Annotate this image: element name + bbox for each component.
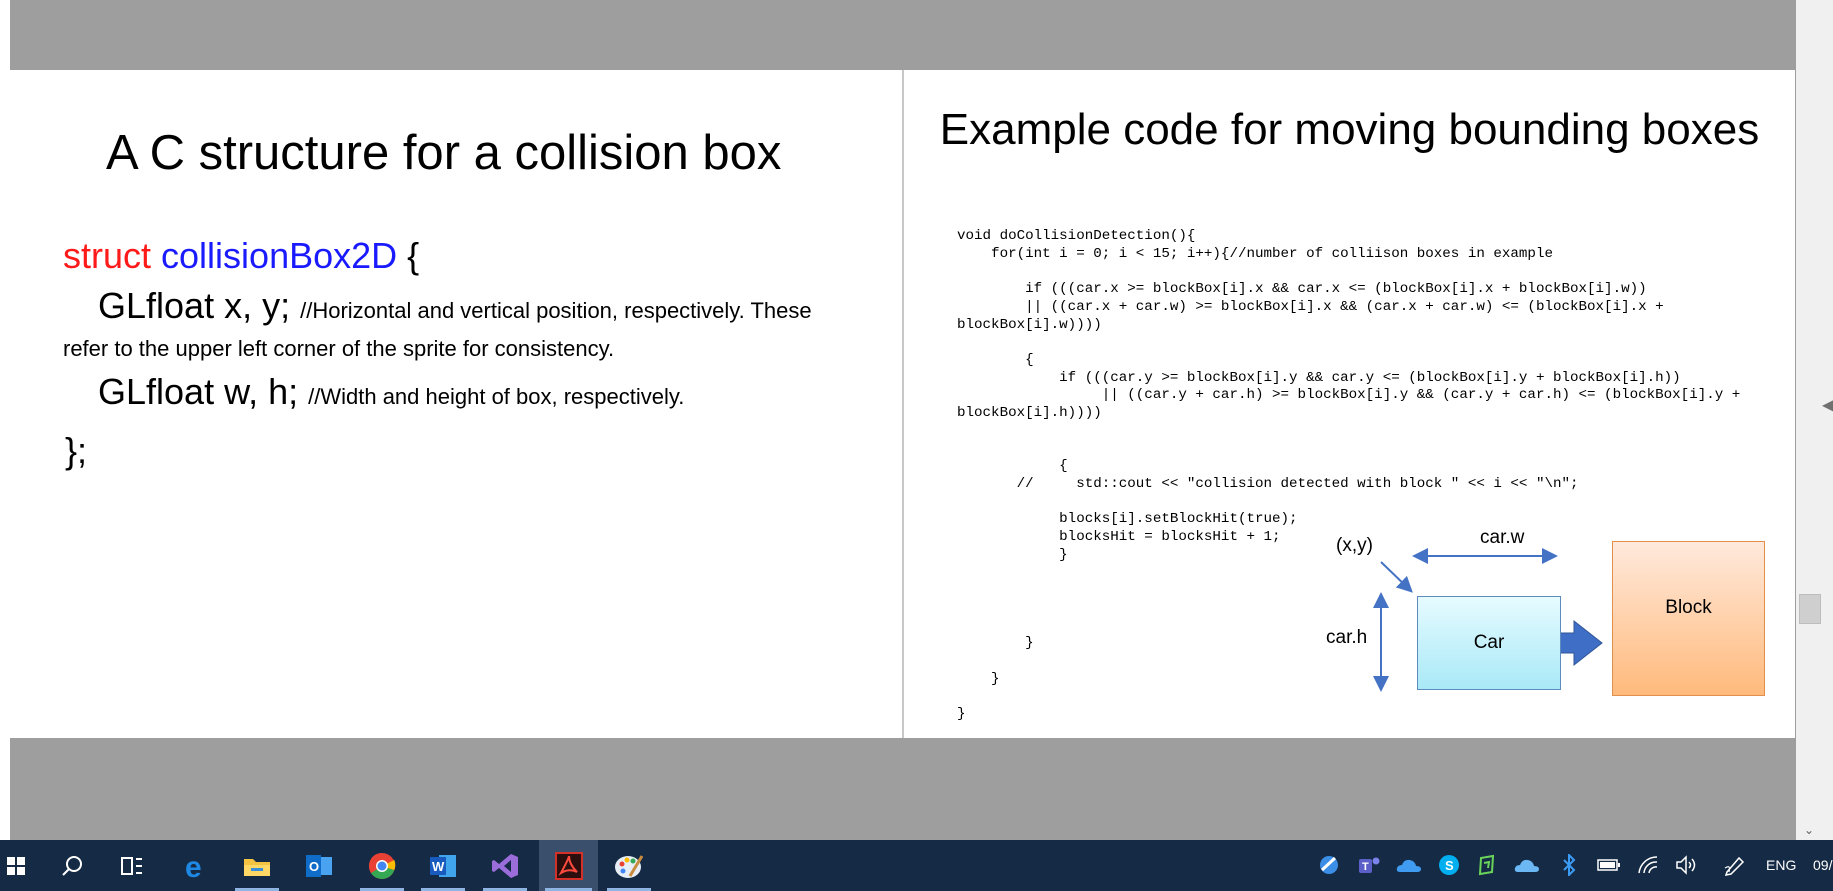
pdf-viewer: A C structure for a collision box struct… xyxy=(0,0,1833,840)
input-language[interactable]: ENG xyxy=(1766,857,1796,873)
block-box: Block xyxy=(1612,541,1765,696)
xy-pointer-arrow xyxy=(1380,561,1413,593)
side-panel-chevron-icon[interactable]: ◀ xyxy=(1822,395,1833,415)
start-button[interactable] xyxy=(0,840,32,891)
scrollbar-thumb[interactable] xyxy=(1799,594,1821,624)
task-view-button[interactable] xyxy=(104,840,160,891)
field-xy-comment-continued: refer to the upper left corner of the sp… xyxy=(63,336,615,361)
scroll-down-icon[interactable]: ⌄ xyxy=(1796,820,1822,840)
struct-close-brace: }; xyxy=(65,430,88,471)
tray-cloud-sync-icon[interactable] xyxy=(1514,852,1540,878)
svg-text:T: T xyxy=(1362,861,1369,873)
task-view-icon xyxy=(121,856,142,875)
viewer-left-gutter xyxy=(0,0,10,840)
height-label: car.h xyxy=(1326,627,1368,648)
tray-wifi-icon[interactable] xyxy=(1636,852,1662,878)
taskbar-chrome[interactable] xyxy=(354,840,410,891)
slide-left: A C structure for a collision box struct… xyxy=(10,70,902,738)
struct-declaration: struct collisionBox2D { xyxy=(63,235,419,277)
chrome-icon xyxy=(368,852,396,879)
taskbar-paint[interactable] xyxy=(601,840,657,891)
field-xy-line: GLfloat x, y; //Horizontal and vertical … xyxy=(98,285,812,327)
tray-onedrive-icon[interactable] xyxy=(1396,852,1422,878)
width-label: car.w xyxy=(1480,527,1525,548)
start-icon xyxy=(7,856,25,875)
tray-app-icon[interactable] xyxy=(1474,852,1500,878)
taskbar: e O W T S ENG 09/ xyxy=(0,840,1833,891)
struct-name: collisionBox2D xyxy=(161,235,398,276)
svg-text:O: O xyxy=(309,859,319,874)
outlook-icon: O xyxy=(306,854,332,877)
taskbar-acrobat[interactable] xyxy=(539,840,598,891)
bounding-box-diagram: (x,y) car.w car.h Car Block xyxy=(904,70,1795,738)
field-wh-declaration: GLfloat w, h; xyxy=(98,371,299,412)
file-explorer-icon xyxy=(244,858,270,876)
tray-vpn-icon[interactable] xyxy=(1316,852,1342,878)
taskbar-clock[interactable]: 09/ xyxy=(1813,857,1832,873)
tray-bluetooth-icon[interactable] xyxy=(1556,852,1582,878)
taskbar-visual-studio[interactable] xyxy=(477,840,533,891)
taskbar-file-explorer[interactable] xyxy=(229,840,285,891)
svg-text:e: e xyxy=(185,852,202,880)
field-xy-declaration: GLfloat x, y; xyxy=(98,285,291,326)
field-wh-line: GLfloat w, h; //Width and height of box,… xyxy=(98,371,684,413)
taskbar-word[interactable]: W xyxy=(415,840,471,891)
search-icon xyxy=(62,855,82,876)
field-xy-comment: //Horizontal and vertical position, resp… xyxy=(300,298,812,323)
edge-icon: e xyxy=(185,852,202,880)
tray-skype-icon[interactable]: S xyxy=(1436,852,1462,878)
vertical-scrollbar[interactable] xyxy=(1796,0,1833,840)
slide-title: A C structure for a collision box xyxy=(106,126,782,180)
word-icon: W xyxy=(430,854,456,877)
paint-icon xyxy=(615,854,644,878)
taskbar-outlook[interactable]: O xyxy=(291,840,347,891)
tray-teams-icon[interactable]: T xyxy=(1356,852,1382,878)
tray-battery-icon[interactable] xyxy=(1596,852,1622,878)
svg-text:W: W xyxy=(432,859,445,874)
tray-pen-icon[interactable] xyxy=(1722,852,1748,878)
car-box: Car xyxy=(1417,596,1561,690)
visual-studio-icon xyxy=(492,853,518,878)
acrobat-icon xyxy=(554,851,583,880)
search-button[interactable] xyxy=(44,840,100,891)
slide-right: Example code for moving bounding boxes v… xyxy=(904,70,1795,738)
xy-label: (x,y) xyxy=(1336,535,1373,556)
struct-keyword: struct xyxy=(63,235,152,276)
svg-text:S: S xyxy=(1445,858,1454,873)
taskbar-edge[interactable]: e xyxy=(168,840,224,891)
field-wh-comment: //Width and height of box, respectively. xyxy=(308,384,685,409)
tray-volume-icon[interactable] xyxy=(1674,852,1700,878)
struct-open-brace: { xyxy=(407,235,420,276)
